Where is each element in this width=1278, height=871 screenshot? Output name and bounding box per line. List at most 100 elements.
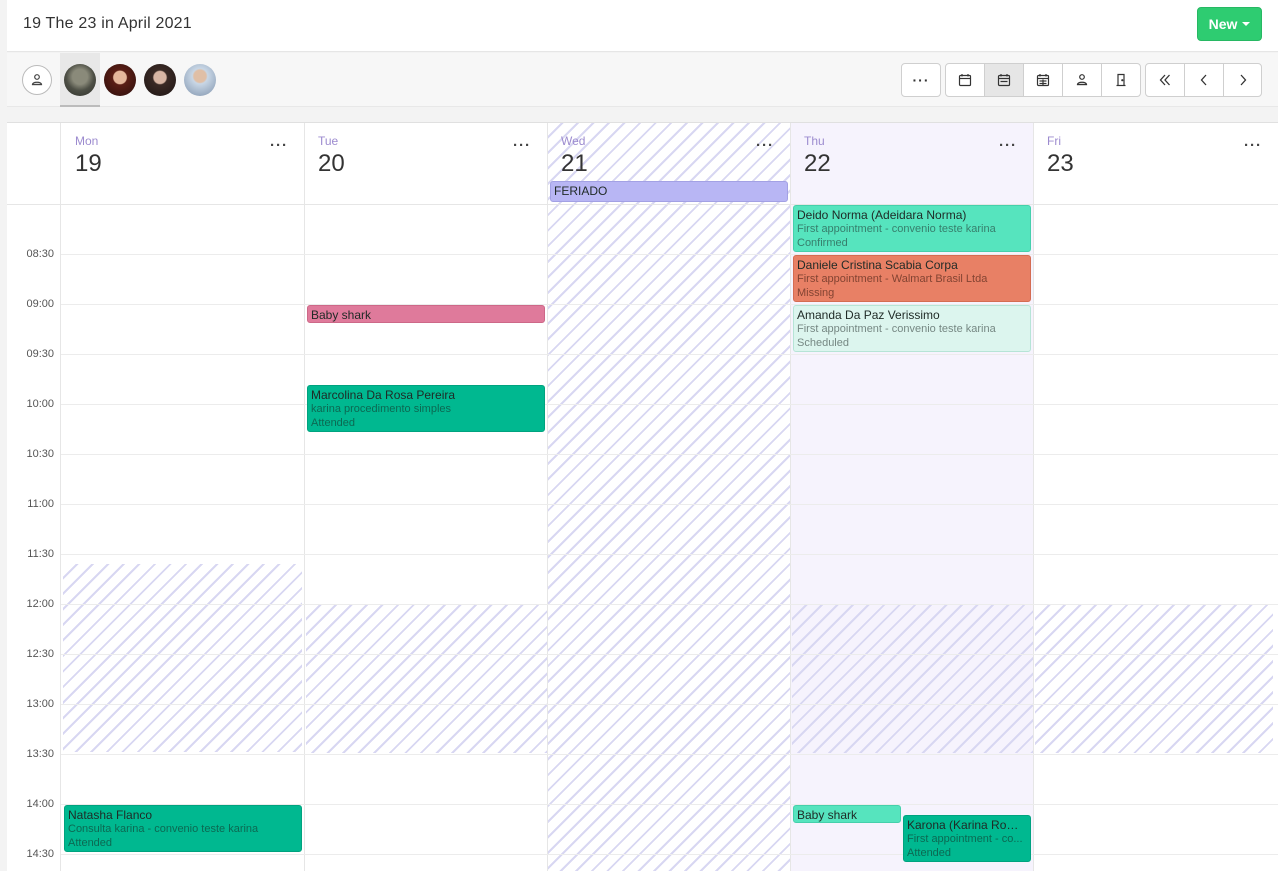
appointment-event[interactable]: Daniele Cristina Scabia Corpa First appo… xyxy=(793,255,1031,302)
event-status: Scheduled xyxy=(797,337,849,349)
grid-line xyxy=(61,554,1278,555)
professional-view-icon xyxy=(1076,74,1088,86)
grid-line xyxy=(61,404,1278,405)
new-button[interactable]: New xyxy=(1197,7,1262,41)
event-status: Confirmed xyxy=(797,237,848,249)
day-menu-button[interactable]: ··· xyxy=(756,138,774,153)
new-button-label: New xyxy=(1208,16,1238,32)
day-menu-button[interactable]: ··· xyxy=(513,138,531,153)
blocked-time xyxy=(1035,605,1273,753)
more-options-button[interactable]: ··· xyxy=(901,63,941,97)
view-week-button[interactable] xyxy=(984,63,1024,97)
day-name: Thu xyxy=(804,134,825,148)
day-name: Tue xyxy=(318,134,339,148)
appointment-event[interactable]: Deido Norma (Adeidara Norma) First appoi… xyxy=(793,205,1031,252)
appointment-event[interactable]: Marcolina Da Rosa Pereira karina procedi… xyxy=(307,385,545,432)
time-label: 14:00 xyxy=(26,798,54,810)
day-menu-button[interactable]: ··· xyxy=(270,138,288,153)
event-title: Daniele Cristina Scabia Corpa xyxy=(797,258,958,272)
day-name: Fri xyxy=(1047,134,1061,148)
time-label: 14:30 xyxy=(26,848,54,860)
calendar-day-icon xyxy=(958,74,972,87)
appointment-event[interactable]: Natasha Flanco Consulta karina - conveni… xyxy=(64,805,302,852)
chevron-left-icon xyxy=(1200,74,1207,86)
event-status: Attended xyxy=(907,847,952,859)
time-gutter: 08:30 09:00 09:30 10:00 10:30 11:00 11:3… xyxy=(7,123,61,871)
reminder-event[interactable]: Baby shark xyxy=(307,305,545,323)
event-title: Baby shark xyxy=(311,308,372,322)
calendar-month-icon xyxy=(1036,74,1050,87)
event-title: FERIADO xyxy=(554,184,608,198)
day-number: 19 xyxy=(75,150,102,177)
blocked-time xyxy=(306,605,547,753)
grid-line xyxy=(61,454,1278,455)
time-label: 12:30 xyxy=(26,648,54,660)
reminder-event[interactable]: Baby shark xyxy=(793,805,901,823)
event-title: Deido Norma (Adeidara Norma) xyxy=(797,208,967,222)
view-room-button[interactable] xyxy=(1101,63,1141,97)
event-status: Attended xyxy=(68,837,113,849)
day-column-tue[interactable]: Tue 20 ··· xyxy=(305,123,548,871)
grid-line xyxy=(61,354,1278,355)
day-name: Wed xyxy=(561,134,586,148)
more-icon: ··· xyxy=(912,72,930,88)
day-column-fri[interactable]: Fri 23 ··· xyxy=(1034,123,1278,871)
page-title: 19 The 23 in April 2021 xyxy=(23,15,192,32)
time-label: 11:00 xyxy=(27,498,54,510)
week-calendar: Mon 19 ··· Tue 20 ··· Wed 21 ··· Thu 22 … xyxy=(7,122,1278,871)
event-detail: First appointment - Walmart Brasil Ltda xyxy=(797,273,988,285)
event-title: Karona (Karina Romã... xyxy=(907,818,1027,832)
day-column-wed[interactable]: Wed 21 ··· xyxy=(548,123,791,871)
event-title: Natasha Flanco xyxy=(68,808,153,822)
caret-down-icon xyxy=(1242,22,1251,26)
event-title: Marcolina Da Rosa Pereira xyxy=(311,388,456,402)
day-number: 20 xyxy=(318,150,345,177)
appointment-event[interactable]: Amanda Da Paz Verissimo First appointmen… xyxy=(793,305,1031,352)
grid-line xyxy=(61,754,1278,755)
event-title: Amanda Da Paz Verissimo xyxy=(797,308,940,322)
holiday-event[interactable]: FERIADO xyxy=(550,181,788,202)
previous-week-fast-button[interactable] xyxy=(1145,63,1185,97)
event-detail: First appointment - co... xyxy=(907,833,1023,845)
room-view-icon xyxy=(1116,73,1126,87)
view-professional-button[interactable] xyxy=(1062,63,1102,97)
view-day-button[interactable] xyxy=(945,63,985,97)
double-chevron-left-icon xyxy=(1159,74,1170,86)
user-group-icon xyxy=(31,74,43,86)
event-detail: Consulta karina - convenio teste karina xyxy=(68,823,259,835)
avatar[interactable] xyxy=(104,64,136,96)
grid-line xyxy=(61,654,1278,655)
event-title: Baby shark xyxy=(797,808,858,822)
time-label: 11:30 xyxy=(27,548,54,560)
day-menu-button[interactable]: ··· xyxy=(1244,138,1262,153)
time-label: 13:00 xyxy=(26,698,54,710)
grid-line xyxy=(61,854,1278,855)
day-number: 21 xyxy=(561,150,588,177)
all-professionals-button[interactable] xyxy=(22,65,52,95)
avatar[interactable] xyxy=(184,64,216,96)
avatar[interactable] xyxy=(144,64,176,96)
avatar[interactable] xyxy=(64,64,96,96)
toolbar: ··· xyxy=(7,53,1278,107)
top-bar: 19 The 23 in April 2021 New xyxy=(7,0,1278,52)
day-column-mon[interactable]: Mon 19 ··· xyxy=(62,123,305,871)
time-label: 10:30 xyxy=(26,448,54,460)
view-month-button[interactable] xyxy=(1023,63,1063,97)
day-menu-button[interactable]: ··· xyxy=(999,138,1017,153)
time-label: 09:30 xyxy=(26,348,54,360)
chevron-right-icon xyxy=(1240,74,1246,86)
next-button[interactable] xyxy=(1223,63,1262,97)
event-detail: First appointment - convenio teste karin… xyxy=(797,323,996,335)
time-label: 12:00 xyxy=(26,598,54,610)
previous-button[interactable] xyxy=(1184,63,1224,97)
time-label: 08:30 xyxy=(26,248,54,260)
blocked-time xyxy=(792,605,1033,753)
grid-line xyxy=(61,254,1278,255)
appointment-event[interactable]: Karona (Karina Romã... First appointment… xyxy=(903,815,1031,862)
grid-line xyxy=(61,304,1278,305)
calendar-week-icon xyxy=(997,74,1011,87)
blocked-time xyxy=(63,564,302,752)
day-number: 23 xyxy=(1047,150,1074,177)
header-divider xyxy=(7,204,1278,205)
grid-line xyxy=(61,504,1278,505)
